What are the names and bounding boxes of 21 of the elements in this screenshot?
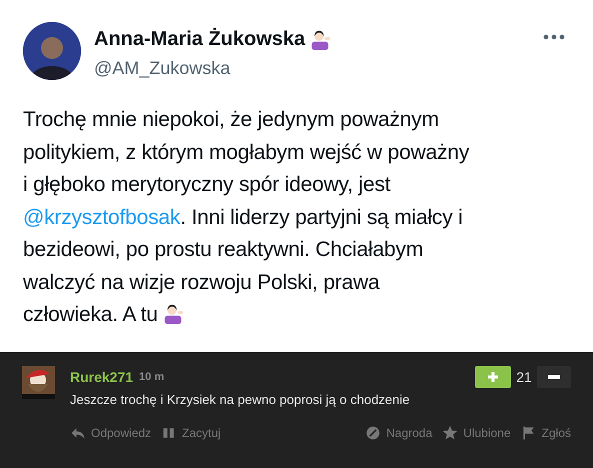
user-avatar: [22, 366, 55, 399]
report-button[interactable]: Zgłoś: [520, 424, 571, 442]
reply-button[interactable]: Odpowiedz: [70, 424, 152, 442]
comment-time: 10 m: [139, 370, 164, 385]
tweet-text: Trochę mnie niepokoi, że jedynym poważnym politykiem, z którym mogłabym wejść w poważny i głęboko merytoryczny spór ideowy, jest @krzysztofbosak. Inni liderzy partyjni są miałcy i bezideowi, po prostu reaktywni. Chciałabym walczyć na wizje rozwoju Polski, prawa człowieka. A tu: [23, 107, 470, 328]
quote-button[interactable]: Zacytuj: [161, 424, 221, 442]
mention-link[interactable]: @krzysztofbosak: [23, 206, 180, 228]
plus-icon: [487, 371, 499, 383]
person-gesturing-icon: [309, 28, 332, 50]
username[interactable]: Rurek271: [70, 366, 134, 388]
downvote-button[interactable]: [537, 366, 571, 388]
author-handle[interactable]: @AM_Zukowska: [94, 55, 332, 82]
minus-icon: [548, 374, 560, 380]
favorite-button[interactable]: Ulubione: [442, 424, 511, 442]
author-name[interactable]: Anna-Maria Żukowska: [94, 24, 306, 54]
vote-score: 21: [515, 368, 533, 386]
award-button[interactable]: Nagroda: [365, 424, 432, 442]
flag-icon: [520, 424, 537, 440]
more-icon[interactable]: [543, 34, 565, 40]
star-icon: [442, 424, 458, 440]
comment-text: Jeszcze trochę i Krzysiek na pewno poprosi ją o chodzenie: [70, 391, 411, 409]
